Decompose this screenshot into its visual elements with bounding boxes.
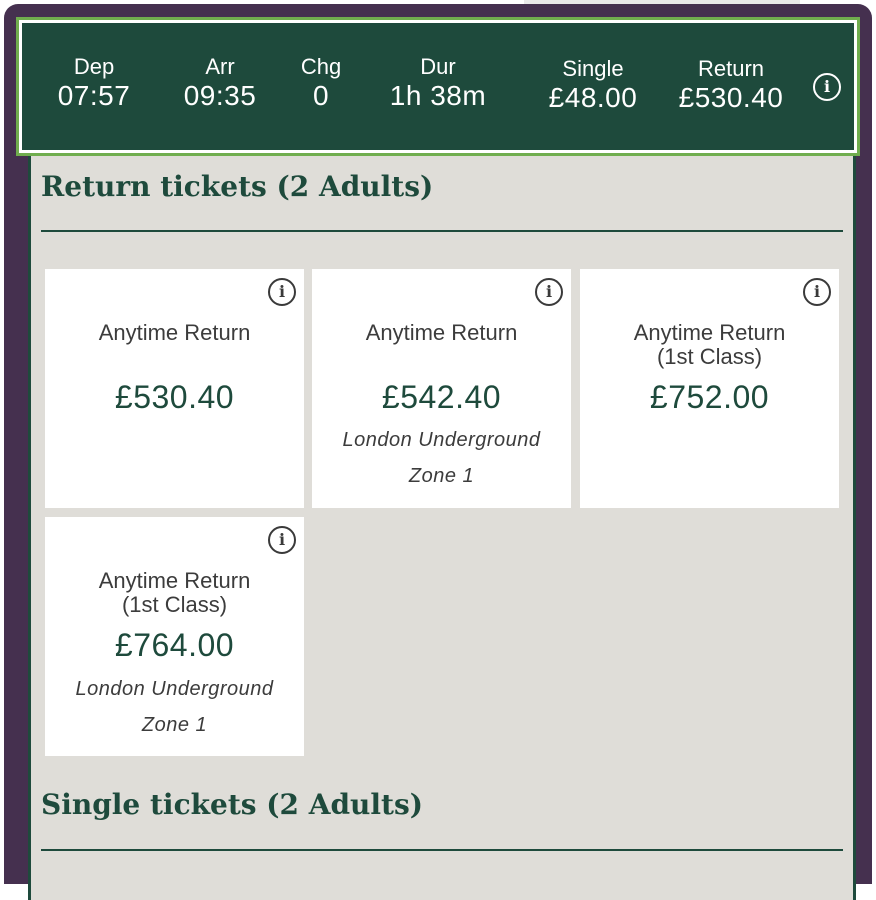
single-tickets-heading: Single tickets (2 Adults) xyxy=(41,788,423,821)
arrival-time: 09:35 xyxy=(183,80,257,111)
arrival-column: Arr 09:35 xyxy=(184,54,257,112)
ticket-price: £530.40 xyxy=(114,379,235,415)
ticket-price: £542.40 xyxy=(381,379,502,415)
single-fare-column: Single £48.00 xyxy=(549,56,638,114)
return-fare-label: Return xyxy=(697,56,765,81)
ticket-name-line2: (1st Class) xyxy=(656,344,763,369)
ticket-card-anytime-return[interactable]: i Anytime Return £530.40 xyxy=(45,269,304,508)
ticket-name: Anytime Return (1st Class) xyxy=(45,569,304,617)
info-icon[interactable]: i xyxy=(268,526,296,554)
duration-column: Dur 1h 38m xyxy=(390,54,486,112)
arrival-label: Arr xyxy=(205,54,235,79)
single-fare-label: Single xyxy=(562,56,624,81)
return-section-divider xyxy=(41,230,843,232)
departure-time: 07:57 xyxy=(57,80,131,111)
duration-label: Dur xyxy=(420,54,456,79)
duration-value: 1h 38m xyxy=(389,80,487,111)
ticket-note-line1: London Underground xyxy=(342,429,541,451)
ticket-name: Anytime Return xyxy=(365,320,518,345)
ticket-note-line1: London Underground xyxy=(75,678,274,700)
ticket-name: Anytime Return xyxy=(98,320,251,345)
ticket-name-line1: Anytime Return xyxy=(98,568,251,593)
ticket-price: £764.00 xyxy=(114,627,235,663)
changes-label: Chg xyxy=(300,54,342,79)
ticket-card-anytime-return-underground[interactable]: i Anytime Return £542.40 London Undergro… xyxy=(312,269,571,508)
info-icon[interactable]: i xyxy=(803,278,831,306)
ticket-price: £752.00 xyxy=(649,379,770,415)
single-fare-value: £48.00 xyxy=(548,82,638,113)
departure-label: Dep xyxy=(73,54,115,79)
ticket-name-line1: Anytime Return xyxy=(633,320,786,345)
ticket-card-anytime-return-first-class-underground[interactable]: i Anytime Return (1st Class) £764.00 Lon… xyxy=(45,517,304,756)
journey-summary-bar: Dep 07:57 Arr 09:35 Chg 0 Dur 1h 38m Sin… xyxy=(22,23,854,150)
return-tickets-heading: Return tickets (2 Adults) xyxy=(41,170,434,203)
info-icon[interactable]: i xyxy=(268,278,296,306)
ticket-name: Anytime Return (1st Class) xyxy=(580,321,839,369)
changes-count: 0 xyxy=(312,80,330,111)
journey-summary-row[interactable]: Dep 07:57 Arr 09:35 Chg 0 Dur 1h 38m Sin… xyxy=(16,17,860,156)
single-section-divider xyxy=(41,849,843,851)
ticket-note-line2: Zone 1 xyxy=(408,465,475,487)
info-icon[interactable]: i xyxy=(813,73,841,101)
departure-column: Dep 07:57 xyxy=(58,54,131,112)
return-fare-column: Return £530.40 xyxy=(679,56,784,114)
ticket-name-line2: (1st Class) xyxy=(121,592,228,617)
info-icon[interactable]: i xyxy=(535,278,563,306)
ticket-note-line2: Zone 1 xyxy=(141,714,208,736)
ticket-card-anytime-return-first-class[interactable]: i Anytime Return (1st Class) £752.00 xyxy=(580,269,839,508)
return-fare-value: £530.40 xyxy=(678,82,784,113)
changes-column: Chg 0 xyxy=(301,54,341,112)
